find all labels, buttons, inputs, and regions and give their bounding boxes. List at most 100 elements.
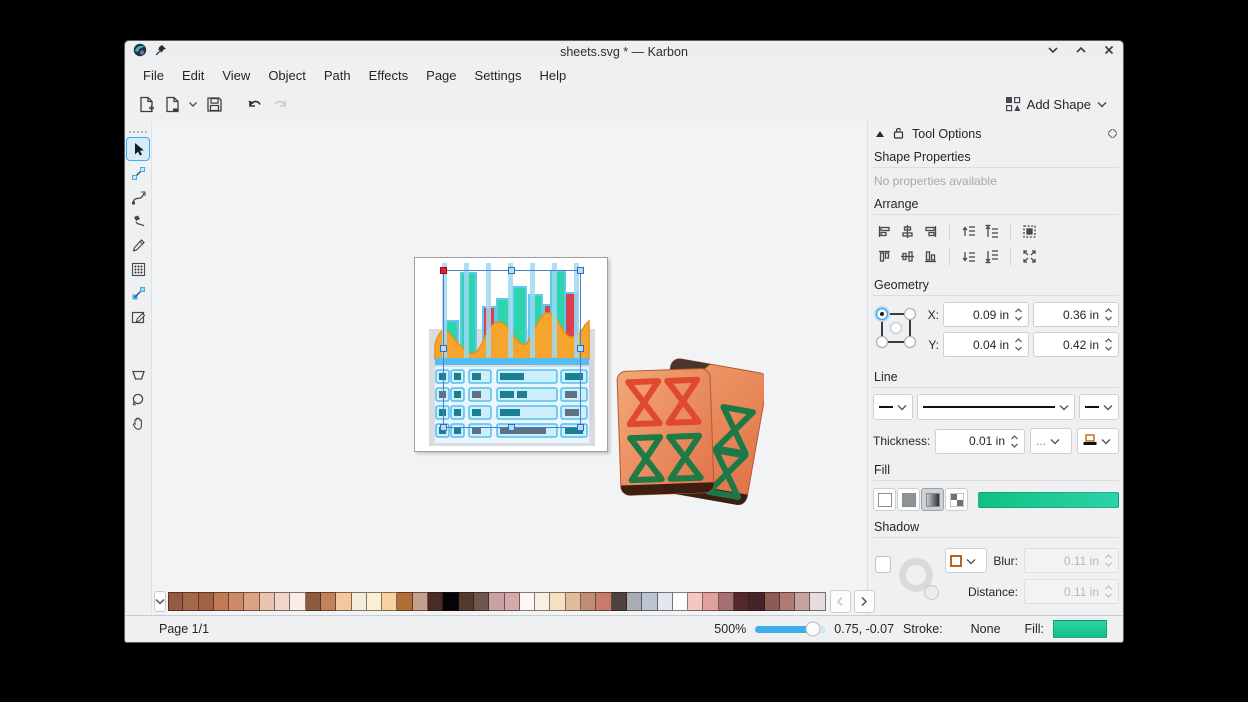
color-swatch[interactable] (612, 592, 627, 611)
dock-collapse-icon[interactable] (875, 127, 885, 141)
shadow-color-select[interactable] (945, 548, 987, 573)
menu-item[interactable]: View (213, 65, 259, 86)
height-input[interactable]: 0.42 in (1033, 332, 1119, 357)
align-left-icon[interactable] (873, 221, 896, 242)
pencil-tool[interactable] (127, 234, 149, 256)
selection-handle-middle-right[interactable] (577, 345, 584, 352)
thickness-input[interactable]: 0.01 in (935, 429, 1025, 454)
dock-lock-icon[interactable] (893, 127, 904, 142)
document-page[interactable] (414, 257, 608, 452)
color-swatch[interactable] (581, 592, 596, 611)
color-swatch[interactable] (367, 592, 382, 611)
color-swatch[interactable] (244, 592, 259, 611)
fill-color-swatch[interactable] (1053, 620, 1107, 638)
selection-handle-top-left[interactable] (440, 267, 447, 274)
align-top-icon[interactable] (873, 246, 896, 267)
color-swatch[interactable] (275, 592, 290, 611)
color-swatch[interactable] (627, 592, 642, 611)
menu-item[interactable]: Edit (173, 65, 213, 86)
color-swatch[interactable] (703, 592, 718, 611)
align-right-icon[interactable] (919, 221, 942, 242)
shadow-angle-dial[interactable] (899, 558, 937, 598)
bezier-curve-tool[interactable] (127, 186, 149, 208)
y-input[interactable]: 0.04 in (943, 332, 1029, 357)
selection-handle-top-right[interactable] (577, 267, 584, 274)
menu-item[interactable]: Page (417, 65, 465, 86)
align-bottom-icon[interactable] (919, 246, 942, 267)
open-dropdown-chevron[interactable] (185, 91, 201, 117)
miter-limit-select[interactable]: ... (1030, 428, 1072, 454)
line-cap-select[interactable] (1077, 428, 1119, 454)
gradient-edit-tool[interactable] (127, 282, 149, 304)
close-button[interactable] (1103, 43, 1115, 61)
send-to-back-icon[interactable] (980, 246, 1003, 267)
color-swatch[interactable] (719, 592, 734, 611)
pattern-grid-tool[interactable] (127, 258, 149, 280)
menu-item[interactable]: Effects (360, 65, 418, 86)
color-swatch[interactable] (810, 592, 825, 611)
color-swatch[interactable] (520, 592, 535, 611)
fill-none-button[interactable] (873, 488, 896, 511)
selection-handle-bottom-center[interactable] (508, 424, 515, 431)
calligraphy-tool[interactable] (127, 210, 149, 232)
color-swatch[interactable] (459, 592, 474, 611)
save-button[interactable] (201, 91, 227, 117)
maximize-button[interactable] (1075, 43, 1087, 61)
open-document-button[interactable] (159, 91, 185, 117)
color-swatch[interactable] (734, 592, 749, 611)
lower-icon[interactable] (957, 246, 980, 267)
fill-solid-button[interactable] (897, 488, 920, 511)
color-swatch[interactable] (214, 592, 229, 611)
menu-item[interactable]: Settings (466, 65, 531, 86)
color-swatch[interactable] (765, 592, 780, 611)
palette-next-button[interactable] (854, 590, 875, 613)
zoom-tool[interactable] (127, 388, 149, 410)
color-swatch[interactable] (596, 592, 611, 611)
color-swatch[interactable] (474, 592, 489, 611)
color-swatch[interactable] (443, 592, 458, 611)
anchor-point-selector[interactable] (873, 305, 919, 354)
color-swatch[interactable] (658, 592, 673, 611)
shadow-enable-checkbox[interactable] (875, 556, 891, 573)
color-swatch[interactable] (795, 592, 810, 611)
color-swatch[interactable] (260, 592, 275, 611)
color-swatch[interactable] (336, 592, 351, 611)
menu-item[interactable]: Path (315, 65, 360, 86)
color-swatch[interactable] (168, 592, 183, 611)
color-swatch[interactable] (535, 592, 550, 611)
selection-handle-bottom-right[interactable] (577, 424, 584, 431)
line-start-marker-select[interactable] (873, 394, 913, 420)
color-swatch[interactable] (780, 592, 795, 611)
new-document-button[interactable] (133, 91, 159, 117)
zoom-slider[interactable] (755, 626, 825, 633)
fill-gradient-button[interactable] (921, 488, 944, 511)
width-input[interactable]: 0.36 in (1033, 302, 1119, 327)
undo-button[interactable] (241, 91, 267, 117)
color-swatch[interactable] (550, 592, 565, 611)
add-shape-button[interactable]: Add Shape (997, 92, 1115, 116)
color-swatch[interactable] (290, 592, 305, 611)
ungroup-icon[interactable] (1018, 246, 1041, 267)
align-vcenter-icon[interactable] (896, 246, 919, 267)
menu-item[interactable]: Object (259, 65, 315, 86)
color-swatch[interactable] (566, 592, 581, 611)
color-swatch[interactable] (413, 592, 428, 611)
color-swatch[interactable] (352, 592, 367, 611)
sheets-documents-image[interactable] (614, 357, 764, 517)
color-swatch[interactable] (428, 592, 443, 611)
titlebar[interactable]: sheets.svg * — Karbon (125, 41, 1123, 63)
raise-icon[interactable] (957, 221, 980, 242)
selection-handle-top-center[interactable] (508, 267, 515, 274)
canvas[interactable] (152, 121, 867, 589)
fill-pattern-button[interactable] (945, 488, 968, 511)
palette-expand-button[interactable] (154, 591, 166, 612)
pattern-edit-tool[interactable] (127, 306, 149, 328)
selection-handle-middle-left[interactable] (440, 345, 447, 352)
color-swatch[interactable] (199, 592, 214, 611)
color-swatch[interactable] (306, 592, 321, 611)
color-swatch[interactable] (749, 592, 764, 611)
color-swatch[interactable] (505, 592, 520, 611)
selection-handle-bottom-left[interactable] (440, 424, 447, 431)
menu-item[interactable]: File (134, 65, 173, 86)
bring-to-front-icon[interactable] (980, 221, 1003, 242)
